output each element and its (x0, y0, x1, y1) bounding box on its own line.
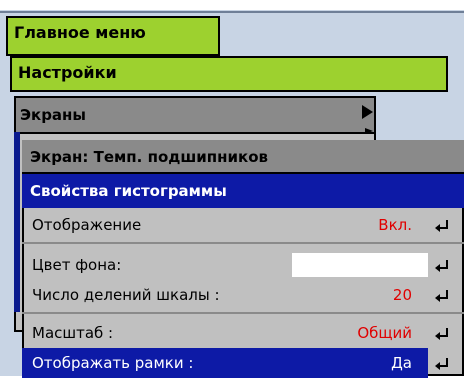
display-label: Отображение (32, 216, 142, 234)
background-color-swatch[interactable] (292, 253, 428, 277)
scale-row[interactable]: Масштаб : Общий (22, 318, 464, 348)
scale-value: Общий (357, 324, 412, 342)
submenu-arrow-icon (362, 105, 373, 119)
enter-icon (435, 328, 448, 340)
show-frames-row[interactable]: Отображать рамки : Да (22, 348, 428, 378)
histogram-properties-header: Свойства гистограммы (22, 174, 464, 208)
enter-icon (435, 290, 448, 302)
top-bar (0, 0, 464, 10)
enter-icon (435, 358, 448, 370)
scale-divisions-label: Число делений шкалы : (32, 286, 220, 304)
top-divider (0, 11, 464, 13)
row-separator (22, 242, 464, 244)
display-row[interactable]: Отображение Вкл. (22, 210, 464, 240)
submenu-arrow-icon (365, 128, 373, 134)
settings-menu-title[interactable]: Настройки (10, 56, 448, 92)
scale-label: Масштаб : (32, 324, 114, 342)
enter-icon (435, 220, 448, 232)
screen-title: Экран: Темп. подшипников (22, 140, 464, 174)
row-separator (22, 312, 464, 314)
show-frames-value: Да (391, 354, 412, 372)
screens-selection-strip (14, 132, 20, 312)
show-frames-label: Отображать рамки : (32, 354, 194, 372)
background-color-label: Цвет фона: (32, 256, 122, 274)
main-menu-title[interactable]: Главное меню (6, 16, 220, 56)
scale-divisions-value: 20 (392, 286, 412, 304)
enter-icon (435, 260, 448, 272)
screens-menu-title[interactable]: Экраны (14, 96, 376, 134)
display-value: Вкл. (378, 216, 412, 234)
scale-divisions-row[interactable]: Число делений шкалы : 20 (22, 280, 464, 310)
